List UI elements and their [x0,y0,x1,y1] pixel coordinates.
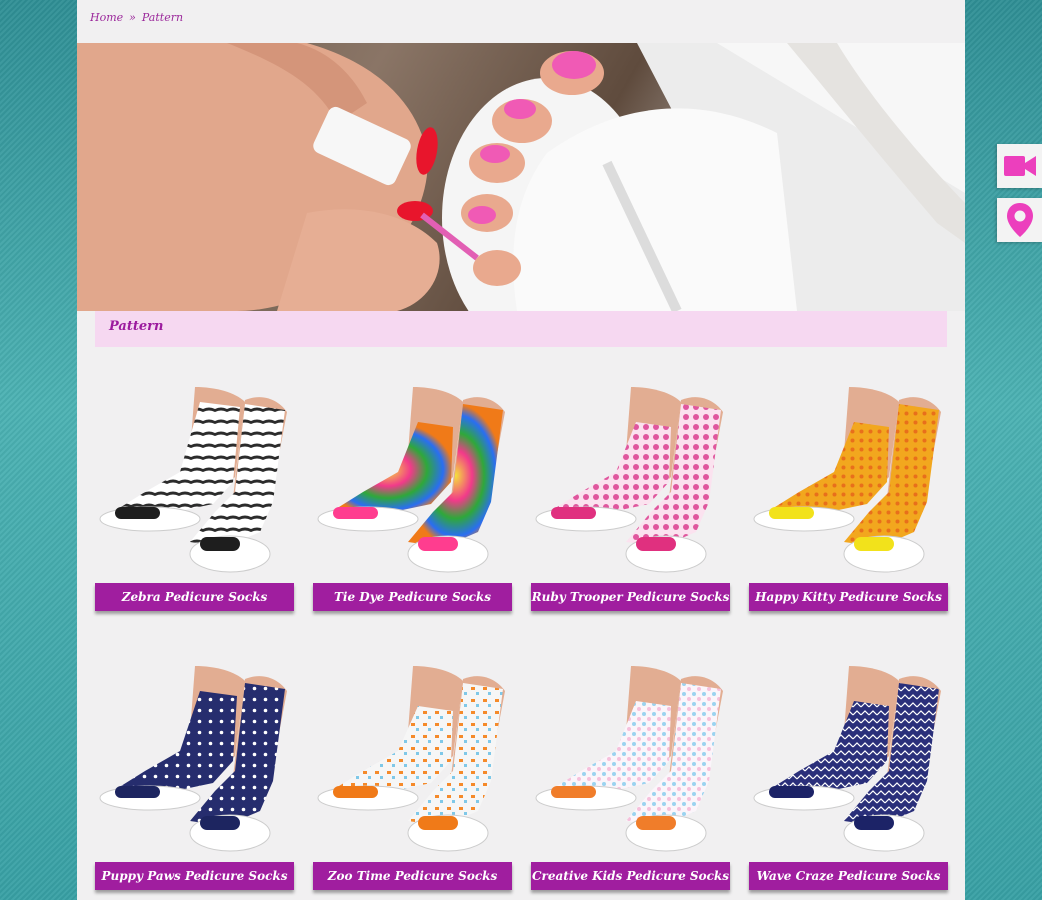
product-card[interactable]: Zebra Pedicure Socks [95,382,294,613]
product-button[interactable]: Zoo Time Pedicure Socks [313,862,512,890]
product-button[interactable]: Puppy Paws Pedicure Socks [95,862,294,890]
section-title: Pattern [109,319,164,334]
product-card[interactable]: Happy Kitty Pedicure Socks [749,382,948,613]
product-image[interactable] [531,661,730,858]
product-button[interactable]: Happy Kitty Pedicure Socks [749,583,948,611]
product-image[interactable] [531,382,730,579]
product-card[interactable]: Ruby Trooper Pedicure Socks [531,382,730,613]
product-card[interactable]: Zoo Time Pedicure Socks [313,661,512,892]
product-image[interactable] [95,661,294,858]
product-card[interactable]: Wave Craze Pedicure Socks [749,661,948,892]
video-button[interactable] [997,144,1042,188]
breadcrumb-home-link[interactable]: Home [90,11,123,24]
product-image[interactable] [313,382,512,579]
section-header: Pattern [95,311,947,347]
product-card[interactable]: Tie Dye Pedicure Socks [313,382,512,613]
product-button[interactable]: Wave Craze Pedicure Socks [749,862,948,890]
breadcrumb-current: Pattern [141,11,184,24]
map-pin-icon [1006,203,1033,237]
hero-banner-image [77,43,965,311]
product-button[interactable]: Creative Kids Pedicure Socks [531,862,730,890]
video-camera-icon [1003,156,1036,176]
product-card[interactable]: Creative Kids Pedicure Socks [531,661,730,892]
product-image[interactable] [749,382,948,579]
location-button[interactable] [997,198,1042,242]
breadcrumb-separator: » [129,11,136,24]
product-image[interactable] [313,661,512,858]
product-image[interactable] [95,382,294,579]
product-image[interactable] [749,661,948,858]
page-container: Home » Pattern Pattern Zebra Pedicure So… [77,0,965,900]
product-button[interactable]: Ruby Trooper Pedicure Socks [531,583,730,611]
product-button[interactable]: Zebra Pedicure Socks [95,583,294,611]
product-button[interactable]: Tie Dye Pedicure Socks [313,583,512,611]
breadcrumb: Home » Pattern [90,11,183,24]
product-card[interactable]: Puppy Paws Pedicure Socks [95,661,294,892]
